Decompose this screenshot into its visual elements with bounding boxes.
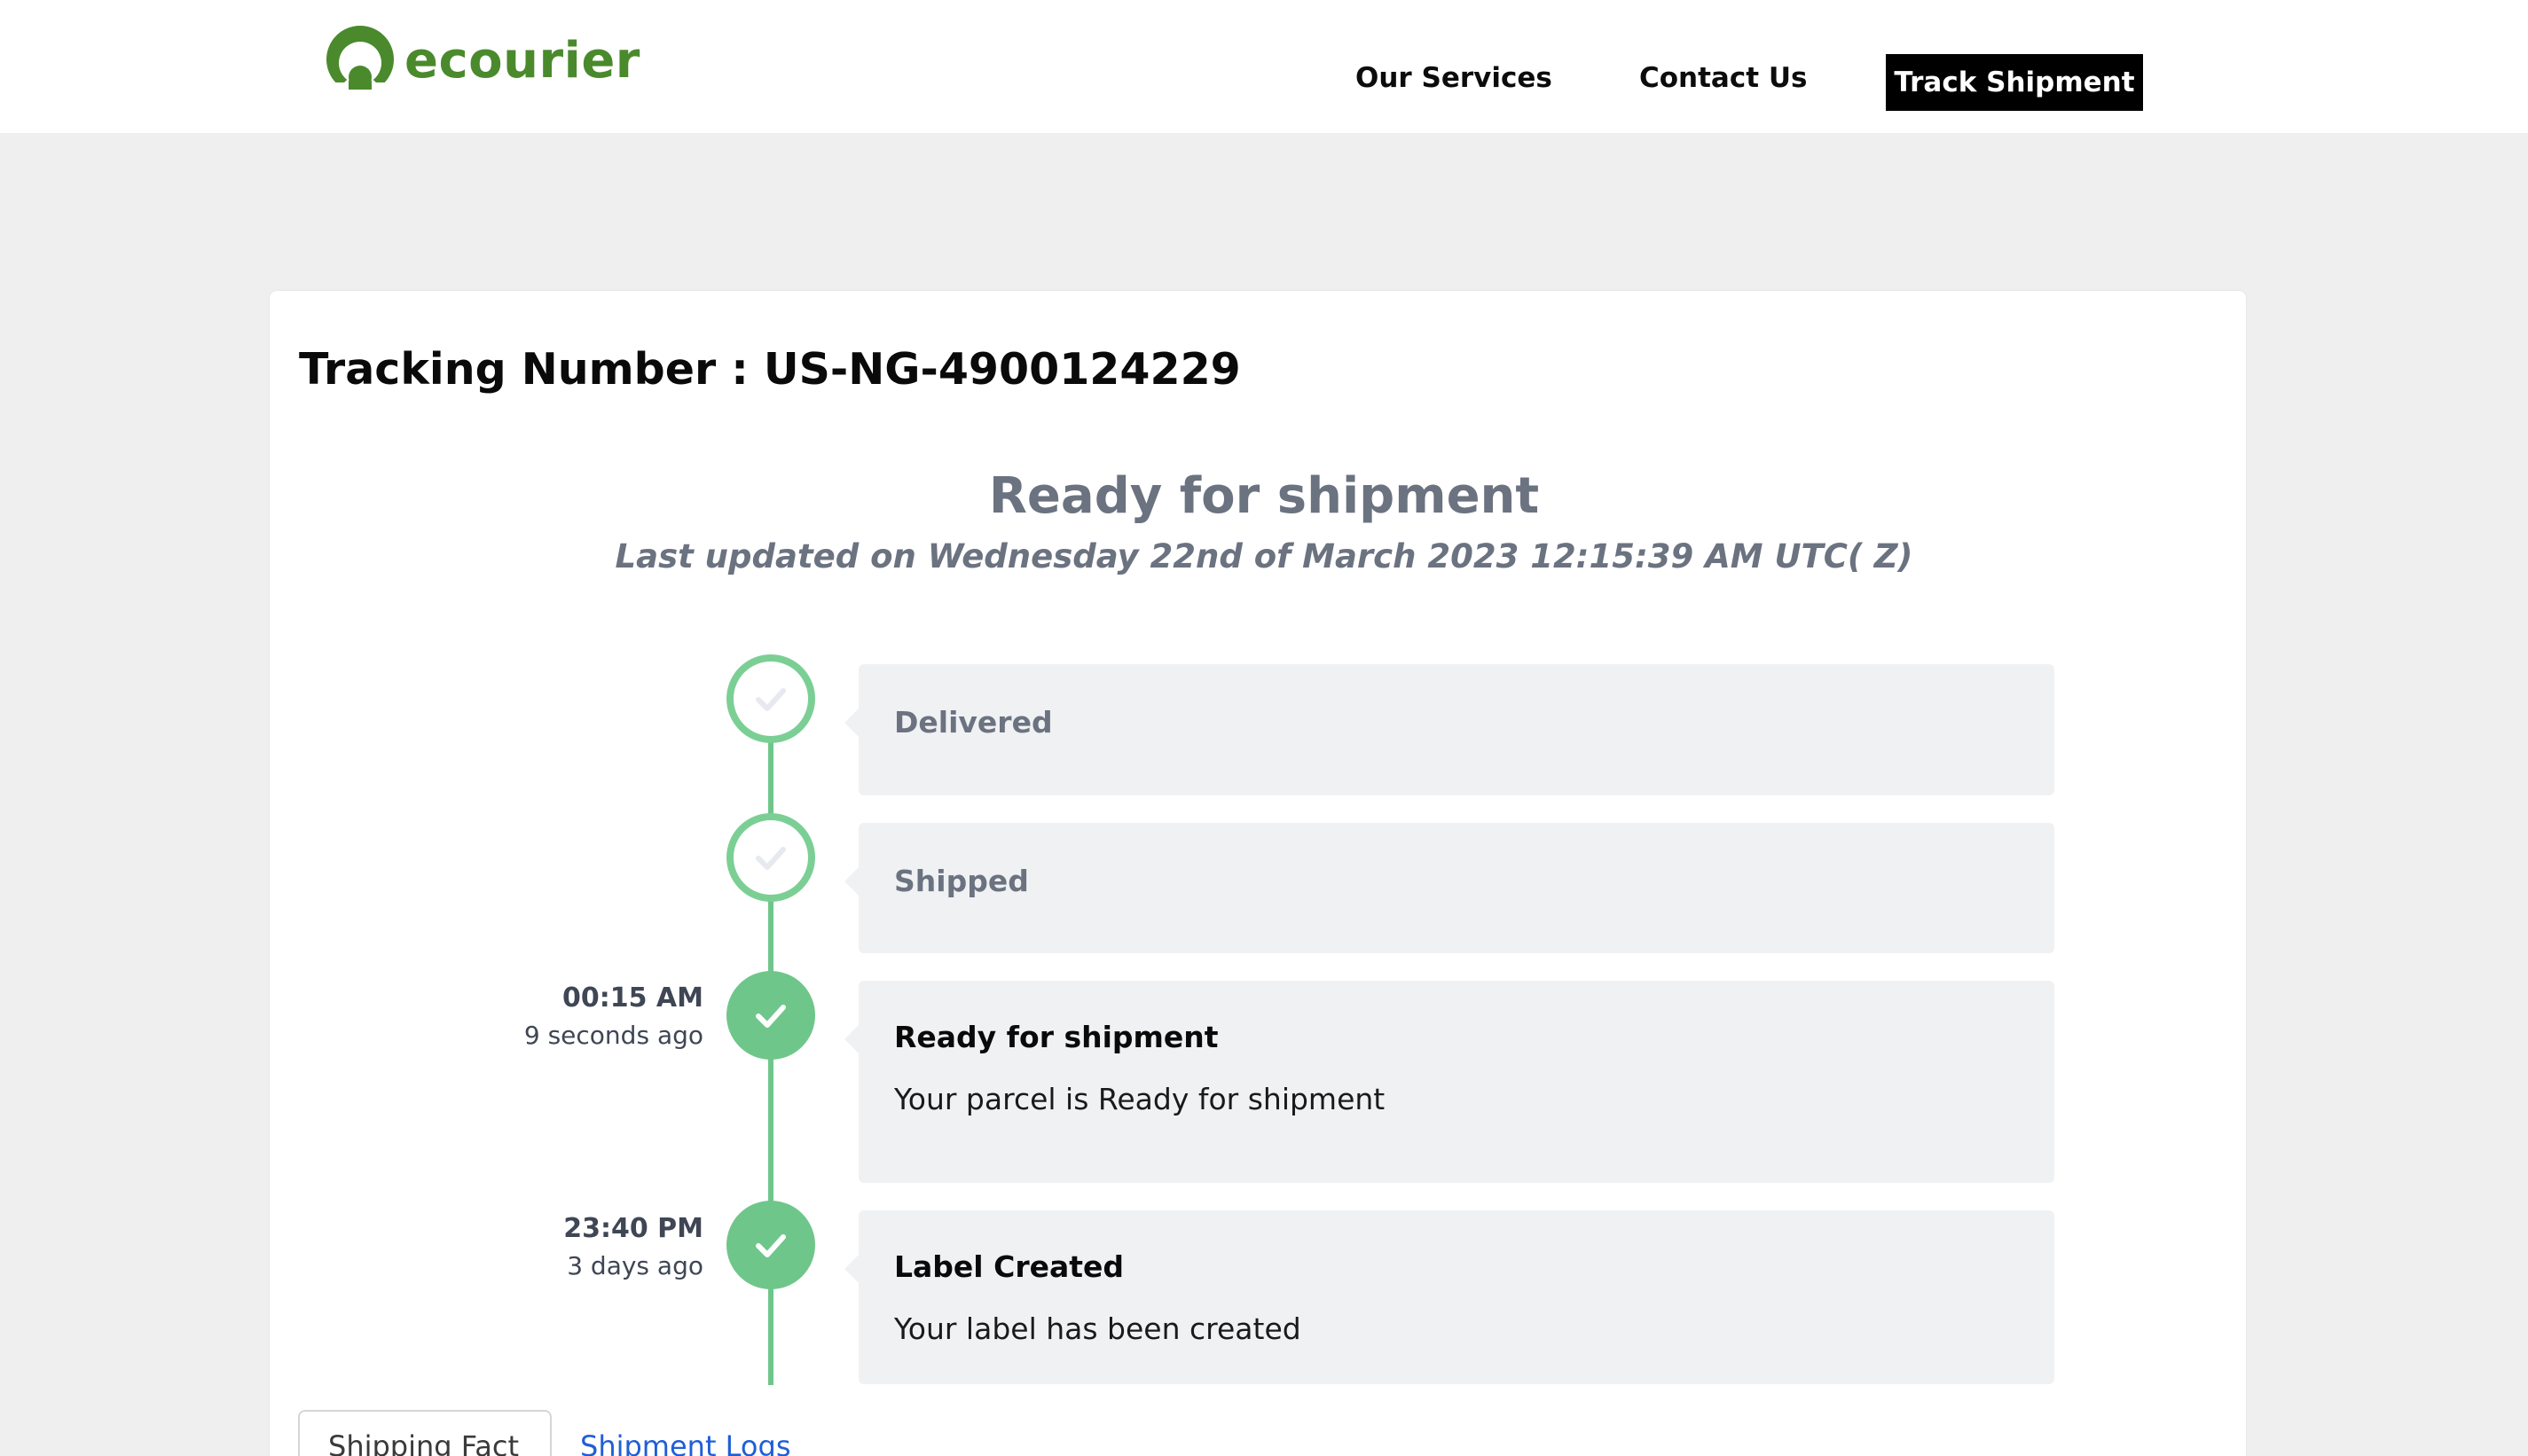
event-box-shipped: Shipped bbox=[844, 823, 2054, 953]
event-timestamp: 23:40 PM 3 days ago bbox=[563, 1213, 703, 1280]
event-box-ready: Ready for shipment Your parcel is Ready … bbox=[844, 981, 2054, 1183]
event-title: Shipped bbox=[894, 864, 1029, 898]
event-timestamp: 00:15 AM 9 seconds ago bbox=[524, 982, 703, 1050]
event-title: Ready for shipment bbox=[894, 1020, 1219, 1054]
event-title: Label Created bbox=[894, 1249, 1125, 1284]
ecourier-logo[interactable]: ecourier bbox=[325, 23, 640, 98]
track-shipment-button[interactable]: Track Shipment bbox=[1886, 54, 2143, 111]
site-header: ecourier Our Services Contact Us Track S… bbox=[0, 0, 2528, 133]
check-icon bbox=[756, 1005, 786, 1028]
tab-shipment-logs[interactable]: Shipment Logs bbox=[580, 1410, 790, 1456]
event-relative-time: 9 seconds ago bbox=[523, 1021, 703, 1050]
event-title: Delivered bbox=[894, 705, 1053, 740]
event-description: Your parcel is Ready for shipment bbox=[894, 1082, 1386, 1116]
current-status-title: Ready for shipment bbox=[988, 467, 1540, 525]
nav-contact-us[interactable]: Contact Us bbox=[1639, 62, 1807, 94]
tab-shipping-fact[interactable]: Shipping Fact bbox=[298, 1410, 552, 1456]
check-icon bbox=[756, 1234, 786, 1257]
event-box-label-created: Label Created Your label has been create… bbox=[844, 1210, 2054, 1384]
event-time: 00:15 AM bbox=[561, 982, 703, 1014]
nav-our-services[interactable]: Our Services bbox=[1355, 62, 1552, 94]
last-updated-text: Last updated on Wednesday 22nd of March … bbox=[615, 537, 1913, 575]
timeline-node-label-created bbox=[726, 1201, 815, 1289]
tracking-number-heading: Tracking Number : US-NG-4900124229 bbox=[299, 344, 1241, 395]
logo-text: ecourier bbox=[404, 31, 640, 90]
event-box-delivered: Delivered bbox=[844, 664, 2054, 795]
check-icon bbox=[756, 847, 786, 870]
event-relative-time: 3 days ago bbox=[567, 1251, 703, 1280]
logo-mark-icon bbox=[325, 26, 396, 97]
event-description: Your label has been created bbox=[894, 1311, 1301, 1346]
event-time: 23:40 PM bbox=[563, 1213, 703, 1244]
timeline-node-delivered bbox=[726, 654, 815, 743]
check-icon bbox=[756, 688, 786, 711]
timeline-node-ready bbox=[726, 971, 815, 1060]
timeline-node-shipped bbox=[726, 813, 815, 902]
